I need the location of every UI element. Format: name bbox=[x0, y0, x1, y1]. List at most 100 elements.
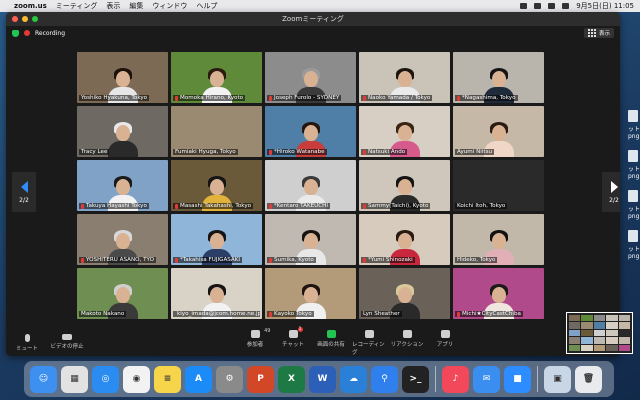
participants-count: 49 bbox=[264, 328, 271, 334]
preview-cell bbox=[569, 344, 581, 351]
participant-tile[interactable]: Lyn Sheather bbox=[359, 268, 450, 319]
participant-tile[interactable]: Naoko Yamada / Tokyo bbox=[359, 52, 450, 103]
security-shield-icon[interactable] bbox=[12, 29, 19, 37]
participant-name: *Yumi Shinozaki bbox=[361, 257, 415, 263]
participant-tile[interactable]: Michi★CityCastChiba bbox=[453, 268, 544, 319]
mail-icon[interactable]: ✉ bbox=[473, 365, 500, 393]
participant-tile[interactable]: *Yumi Shinozaki bbox=[359, 214, 450, 265]
reactions-button[interactable]: リアクション bbox=[390, 330, 424, 356]
participant-name: Koichi Itoh, Tokyo bbox=[455, 203, 508, 209]
battery-icon[interactable] bbox=[548, 3, 556, 9]
participant-tile[interactable]: *Hiroko Watanabe bbox=[265, 106, 356, 157]
safari-icon[interactable]: ◎ bbox=[92, 365, 119, 393]
desktop-file[interactable]: ット png bbox=[628, 110, 640, 140]
participant-name: Joseph Furolo - SYDNEY bbox=[267, 95, 342, 101]
participant-tile[interactable]: Momoka Hirano, Kyoto bbox=[171, 52, 262, 103]
onedrive-icon[interactable]: ☁ bbox=[340, 365, 367, 393]
excel-icon[interactable]: X bbox=[278, 365, 305, 393]
app-store-icon[interactable]: A bbox=[185, 365, 212, 393]
participant-tile[interactable]: Sumika, Kyoto bbox=[265, 214, 356, 265]
participant-tile[interactable]: Kayoko Tokyo bbox=[265, 268, 356, 319]
participant-name: Tracy Lee bbox=[79, 149, 110, 155]
participant-tile[interactable]: Joseph Furolo - SYDNEY bbox=[265, 52, 356, 103]
chrome-icon[interactable]: ◉ bbox=[123, 365, 150, 393]
participant-name: Lyn Sheather bbox=[361, 311, 402, 317]
menu-help[interactable]: ヘルプ bbox=[196, 1, 217, 11]
mic-muted-icon bbox=[175, 95, 178, 101]
share-screen-icon bbox=[326, 330, 336, 338]
minimize-window-icon[interactable] bbox=[22, 16, 28, 22]
stop-video-button[interactable]: ビデオの停止 bbox=[50, 334, 84, 352]
notes-icon[interactable]: ≡ bbox=[154, 365, 181, 393]
prev-page-button[interactable]: 2/2 bbox=[12, 172, 36, 212]
participant-tile[interactable]: Makoto Nakano bbox=[77, 268, 168, 319]
gallery-thumbnail-preview[interactable] bbox=[566, 312, 633, 354]
participant-name: Makoto Nakano bbox=[79, 311, 127, 317]
word-icon[interactable]: W bbox=[309, 365, 336, 393]
wifi-icon[interactable] bbox=[534, 3, 542, 9]
recording-label[interactable]: Recording bbox=[35, 30, 65, 37]
participant-tile[interactable]: Hideko, Tokyo bbox=[453, 214, 544, 265]
terminal-icon[interactable]: >_ bbox=[402, 365, 429, 393]
mic-muted-icon bbox=[457, 311, 460, 317]
menu-bar-clock[interactable]: 9月5日(日) 11:05 bbox=[576, 1, 634, 11]
chat-button[interactable]: 1 チャット bbox=[276, 327, 310, 356]
preview-cell bbox=[593, 329, 606, 337]
meeting-top-strip: Recording 表示 bbox=[6, 26, 620, 40]
search-icon[interactable] bbox=[562, 3, 570, 9]
participant-tile[interactable]: Masashi Takahashi, Tokyo bbox=[171, 160, 262, 211]
trash-icon[interactable]: 🗑 bbox=[575, 365, 602, 393]
desktop-file[interactable]: ット png bbox=[628, 230, 640, 260]
participant-tile[interactable]: kiyo_imada@jcom.home.ne.jp bbox=[171, 268, 262, 319]
participant-tile[interactable]: Fumiaki Hyuga, Tokyo bbox=[171, 106, 262, 157]
participant-tile[interactable]: Yoshiko Hyakuna, Tokyo bbox=[77, 52, 168, 103]
participant-tile[interactable]: Natsuki Ando bbox=[359, 106, 450, 157]
participants-button[interactable]: 49 参加者 bbox=[238, 328, 272, 356]
menu-view[interactable]: 表示 bbox=[106, 1, 120, 11]
participant-tile[interactable]: *Takahisa FUJIGASAKI bbox=[171, 214, 262, 265]
menu-app-name[interactable]: zoom.us bbox=[14, 2, 47, 10]
record-button[interactable]: レコーディング bbox=[352, 330, 386, 356]
music-icon[interactable]: ♪ bbox=[442, 365, 469, 393]
view-button[interactable]: 表示 bbox=[583, 28, 614, 38]
participant-tile[interactable]: YOSHITERU ASANO, TYO bbox=[77, 214, 168, 265]
finder-icon[interactable]: ☺ bbox=[30, 365, 57, 393]
mute-button[interactable]: ミュート bbox=[10, 334, 44, 352]
maximize-window-icon[interactable] bbox=[32, 16, 38, 22]
find-my-icon[interactable]: ⚲ bbox=[371, 365, 398, 393]
participant-name: Sumika, Kyoto bbox=[267, 257, 316, 263]
mic-muted-icon bbox=[269, 257, 272, 263]
participant-tile[interactable]: Tracy Lee bbox=[77, 106, 168, 157]
participant-name: Masashi Takahashi, Tokyo bbox=[173, 203, 254, 209]
desktop-file[interactable]: ット png bbox=[628, 150, 640, 180]
zoom-icon[interactable]: ■ bbox=[504, 365, 531, 393]
participant-tile[interactable]: Takuya Hayashi Tokyo bbox=[77, 160, 168, 211]
desktop-file[interactable]: ット png bbox=[628, 190, 640, 220]
apps-button[interactable]: アプリ bbox=[428, 330, 462, 356]
system-preferences-icon[interactable]: ⚙ bbox=[216, 365, 243, 393]
mic-muted-icon bbox=[363, 203, 366, 209]
menu-meeting[interactable]: ミーティング bbox=[56, 1, 98, 11]
menu-window[interactable]: ウィンドウ bbox=[152, 1, 187, 11]
launchpad-icon[interactable]: ▦ bbox=[61, 365, 88, 393]
participant-tile[interactable]: *Kentaro TAKEUCHI bbox=[265, 160, 356, 211]
participant-gallery: Yoshiko Hyakuna, Tokyo Momoka Hirano, Kyo… bbox=[77, 52, 544, 319]
next-page-button[interactable]: 2/2 bbox=[602, 172, 620, 212]
mic-muted-icon bbox=[269, 203, 272, 209]
view-label: 表示 bbox=[598, 31, 610, 37]
share-screen-button[interactable]: 画面の共有 bbox=[314, 330, 348, 356]
participant-name: YOSHITERU ASANO, TYO bbox=[79, 257, 157, 263]
mic-muted-icon bbox=[81, 203, 84, 209]
powerpoint-icon[interactable]: P bbox=[247, 365, 274, 393]
participant-tile[interactable]: *Nagashima, Tokyo bbox=[453, 52, 544, 103]
participant-name: Ayumi Niitsu bbox=[455, 149, 495, 155]
participant-tile[interactable]: Koichi Itoh, Tokyo bbox=[453, 160, 544, 211]
participant-tile[interactable]: Sammy(Taichi), Kyoto bbox=[359, 160, 450, 211]
close-window-icon[interactable] bbox=[12, 16, 18, 22]
preview-cell bbox=[569, 315, 581, 322]
window-titlebar[interactable]: Zoomミーティング bbox=[6, 12, 620, 26]
menu-edit[interactable]: 編集 bbox=[129, 1, 143, 11]
preview-icon[interactable]: ▣ bbox=[544, 365, 571, 393]
zoom-status-icon[interactable] bbox=[520, 3, 528, 9]
participant-tile[interactable]: Ayumi Niitsu bbox=[453, 106, 544, 157]
